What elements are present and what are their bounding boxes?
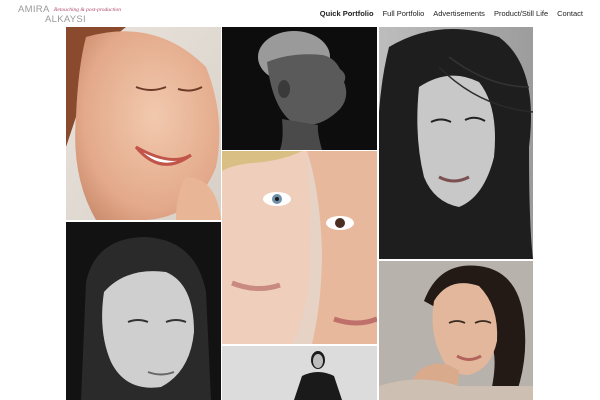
nav-full-portfolio[interactable]: Full Portfolio bbox=[383, 9, 425, 18]
gallery-image-windswept-portrait[interactable] bbox=[379, 27, 533, 259]
gallery-image-profile-portrait[interactable] bbox=[222, 27, 377, 150]
portrait-photo bbox=[66, 27, 221, 220]
site-header: AMIRA ALKAYSI Retouching & post-producti… bbox=[0, 0, 600, 27]
main-nav: Quick Portfolio Full Portfolio Advertise… bbox=[320, 9, 583, 18]
logo-tagline: Retouching & post-production bbox=[54, 7, 122, 13]
nav-advertisements[interactable]: Advertisements bbox=[433, 9, 485, 18]
portrait-photo bbox=[379, 27, 533, 259]
portrait-photo bbox=[222, 346, 377, 400]
nav-contact[interactable]: Contact bbox=[557, 9, 583, 18]
gallery-image-hand-on-chin[interactable] bbox=[379, 261, 533, 400]
portrait-photo bbox=[66, 222, 221, 400]
gallery-image-smiling-woman[interactable] bbox=[66, 27, 221, 220]
logo-name-line2: ALKAYSI bbox=[45, 14, 86, 25]
gallery-image-dark-jacket[interactable] bbox=[222, 346, 377, 400]
portrait-photo bbox=[222, 27, 377, 150]
portrait-photo bbox=[379, 261, 533, 400]
gallery-image-slicked-hair-portrait[interactable] bbox=[66, 222, 221, 400]
nav-product-still-life[interactable]: Product/Still Life bbox=[494, 9, 548, 18]
portrait-photo bbox=[222, 151, 377, 344]
site-logo[interactable]: AMIRA ALKAYSI Retouching & post-producti… bbox=[18, 4, 128, 25]
nav-quick-portfolio[interactable]: Quick Portfolio bbox=[320, 9, 374, 18]
gallery-image-two-faces[interactable] bbox=[222, 151, 377, 344]
